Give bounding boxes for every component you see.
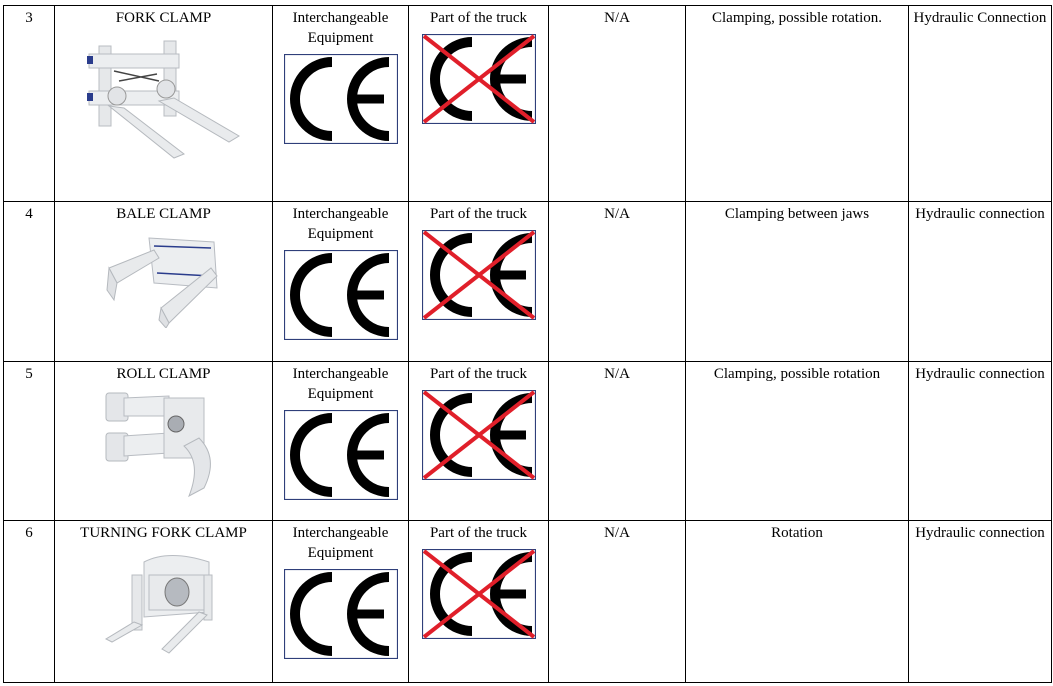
table-row: 3 FORK CLAMP Interchangeable Equipment P… [3,5,1052,202]
connection: Hydraulic connection [908,520,1052,683]
equipment-name: BALE CLAMP [116,206,211,222]
table-row: 4 BALE CLAMP Interchangeable Equipment P… [3,201,1052,362]
applicability: N/A [548,520,686,683]
applicability: N/A [548,5,686,202]
classification-cell: Interchangeable Equipment [272,201,409,362]
connection: Hydraulic connection [908,361,1052,521]
function: Clamping, possible rotation. [685,5,909,202]
classification-cell: Interchangeable Equipment [272,5,409,202]
truck-part-cell: Part of the truck [408,201,549,362]
classification: Interchangeable Equipment [292,206,389,242]
connection: Hydraulic Connection [908,5,1052,202]
roll-clamp-image [105,392,211,498]
equipment-name: FORK CLAMP [115,10,212,26]
truck-part-cell: Part of the truck [408,520,549,683]
classification-cell: Interchangeable Equipment [272,361,409,521]
truck-part-label: Part of the truck [429,206,528,222]
classification-cell: Interchangeable Equipment [272,520,409,683]
table-row: 5 ROLL CLAMP Interchangeable Equipment P… [3,361,1052,521]
ce-mark-icon [284,250,398,340]
truck-part-label: Part of the truck [429,10,528,26]
row-number: 6 [3,520,55,683]
truck-part-cell: Part of the truck [408,5,549,202]
fork-clamp-image [86,40,240,159]
row-number: 3 [3,5,55,202]
truck-part-label: Part of the truck [429,525,528,541]
turning-fork-clamp-image [104,555,212,654]
crossed-out-ce-mark-icon [422,230,536,320]
ce-mark-icon [284,410,398,500]
equipment-name: ROLL CLAMP [116,366,211,382]
equipment-name-cell: TURNING FORK CLAMP [54,520,273,683]
function: Clamping between jaws [685,201,909,362]
function: Clamping, possible rotation [685,361,909,521]
equipment-table: 3 FORK CLAMP Interchangeable Equipment P… [3,5,1052,683]
ce-mark-icon [284,54,398,144]
table-row: 6 TURNING FORK CLAMP Interchangeable Equ… [3,520,1052,683]
equipment-name: TURNING FORK CLAMP [80,525,247,541]
ce-mark-icon [284,569,398,659]
equipment-name-cell: BALE CLAMP [54,201,273,362]
truck-part-label: Part of the truck [429,366,528,382]
connection: Hydraulic connection [908,201,1052,362]
bale-clamp-image [105,237,218,328]
applicability: N/A [548,201,686,362]
classification: Interchangeable Equipment [292,10,389,46]
equipment-name-cell: ROLL CLAMP [54,361,273,521]
crossed-out-ce-mark-icon [422,390,536,480]
row-number: 4 [3,201,55,362]
applicability: N/A [548,361,686,521]
row-number: 5 [3,361,55,521]
truck-part-cell: Part of the truck [408,361,549,521]
function: Rotation [685,520,909,683]
equipment-name-cell: FORK CLAMP [54,5,273,202]
classification: Interchangeable Equipment [292,525,389,561]
classification: Interchangeable Equipment [292,366,389,402]
crossed-out-ce-mark-icon [422,34,536,124]
crossed-out-ce-mark-icon [422,549,536,639]
